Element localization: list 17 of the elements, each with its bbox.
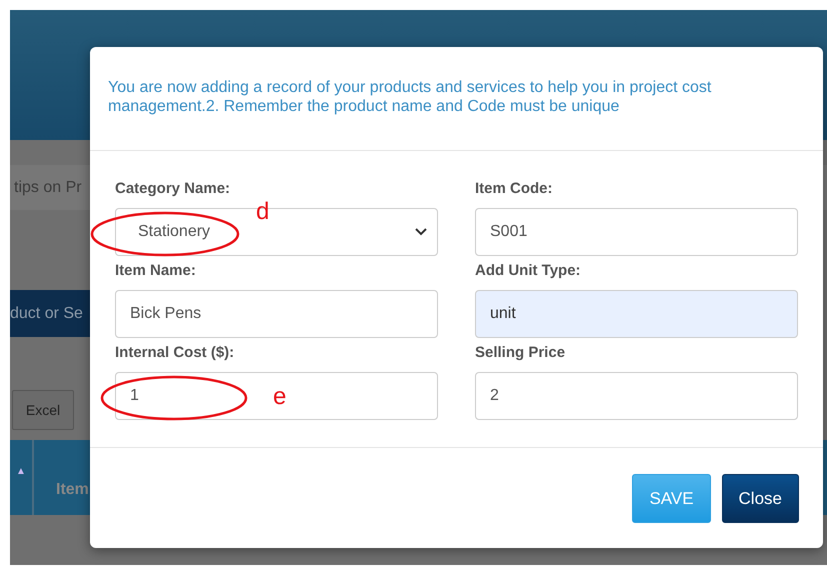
input-field[interactable]: unit: [475, 290, 798, 338]
intro-text: You are now adding a record of your products and services to help you in project cost management.2. Remember the product name and Code must be unique: [108, 78, 712, 116]
annotation-letter: e: [273, 384, 286, 410]
add-product-button[interactable]: duct or Se: [10, 290, 90, 337]
sort-icon[interactable]: ▲: [16, 466, 26, 478]
field-label: Internal Cost ($):: [115, 343, 236, 363]
field-label: Item Code:: [475, 179, 554, 199]
chevron-down-icon: [415, 228, 427, 236]
field-label: Selling Price: [475, 343, 566, 363]
tips-text: tips on Pr: [14, 178, 82, 196]
input-field[interactable]: 2: [475, 372, 798, 420]
field-label: Add Unit Type:: [475, 261, 582, 281]
field-label: Item Name:: [115, 261, 197, 281]
input-field[interactable]: Bick Pens: [115, 290, 438, 338]
input-field[interactable]: S001: [475, 208, 798, 256]
field-label: Category Name:: [115, 179, 232, 199]
close-button[interactable]: Close: [722, 474, 799, 523]
